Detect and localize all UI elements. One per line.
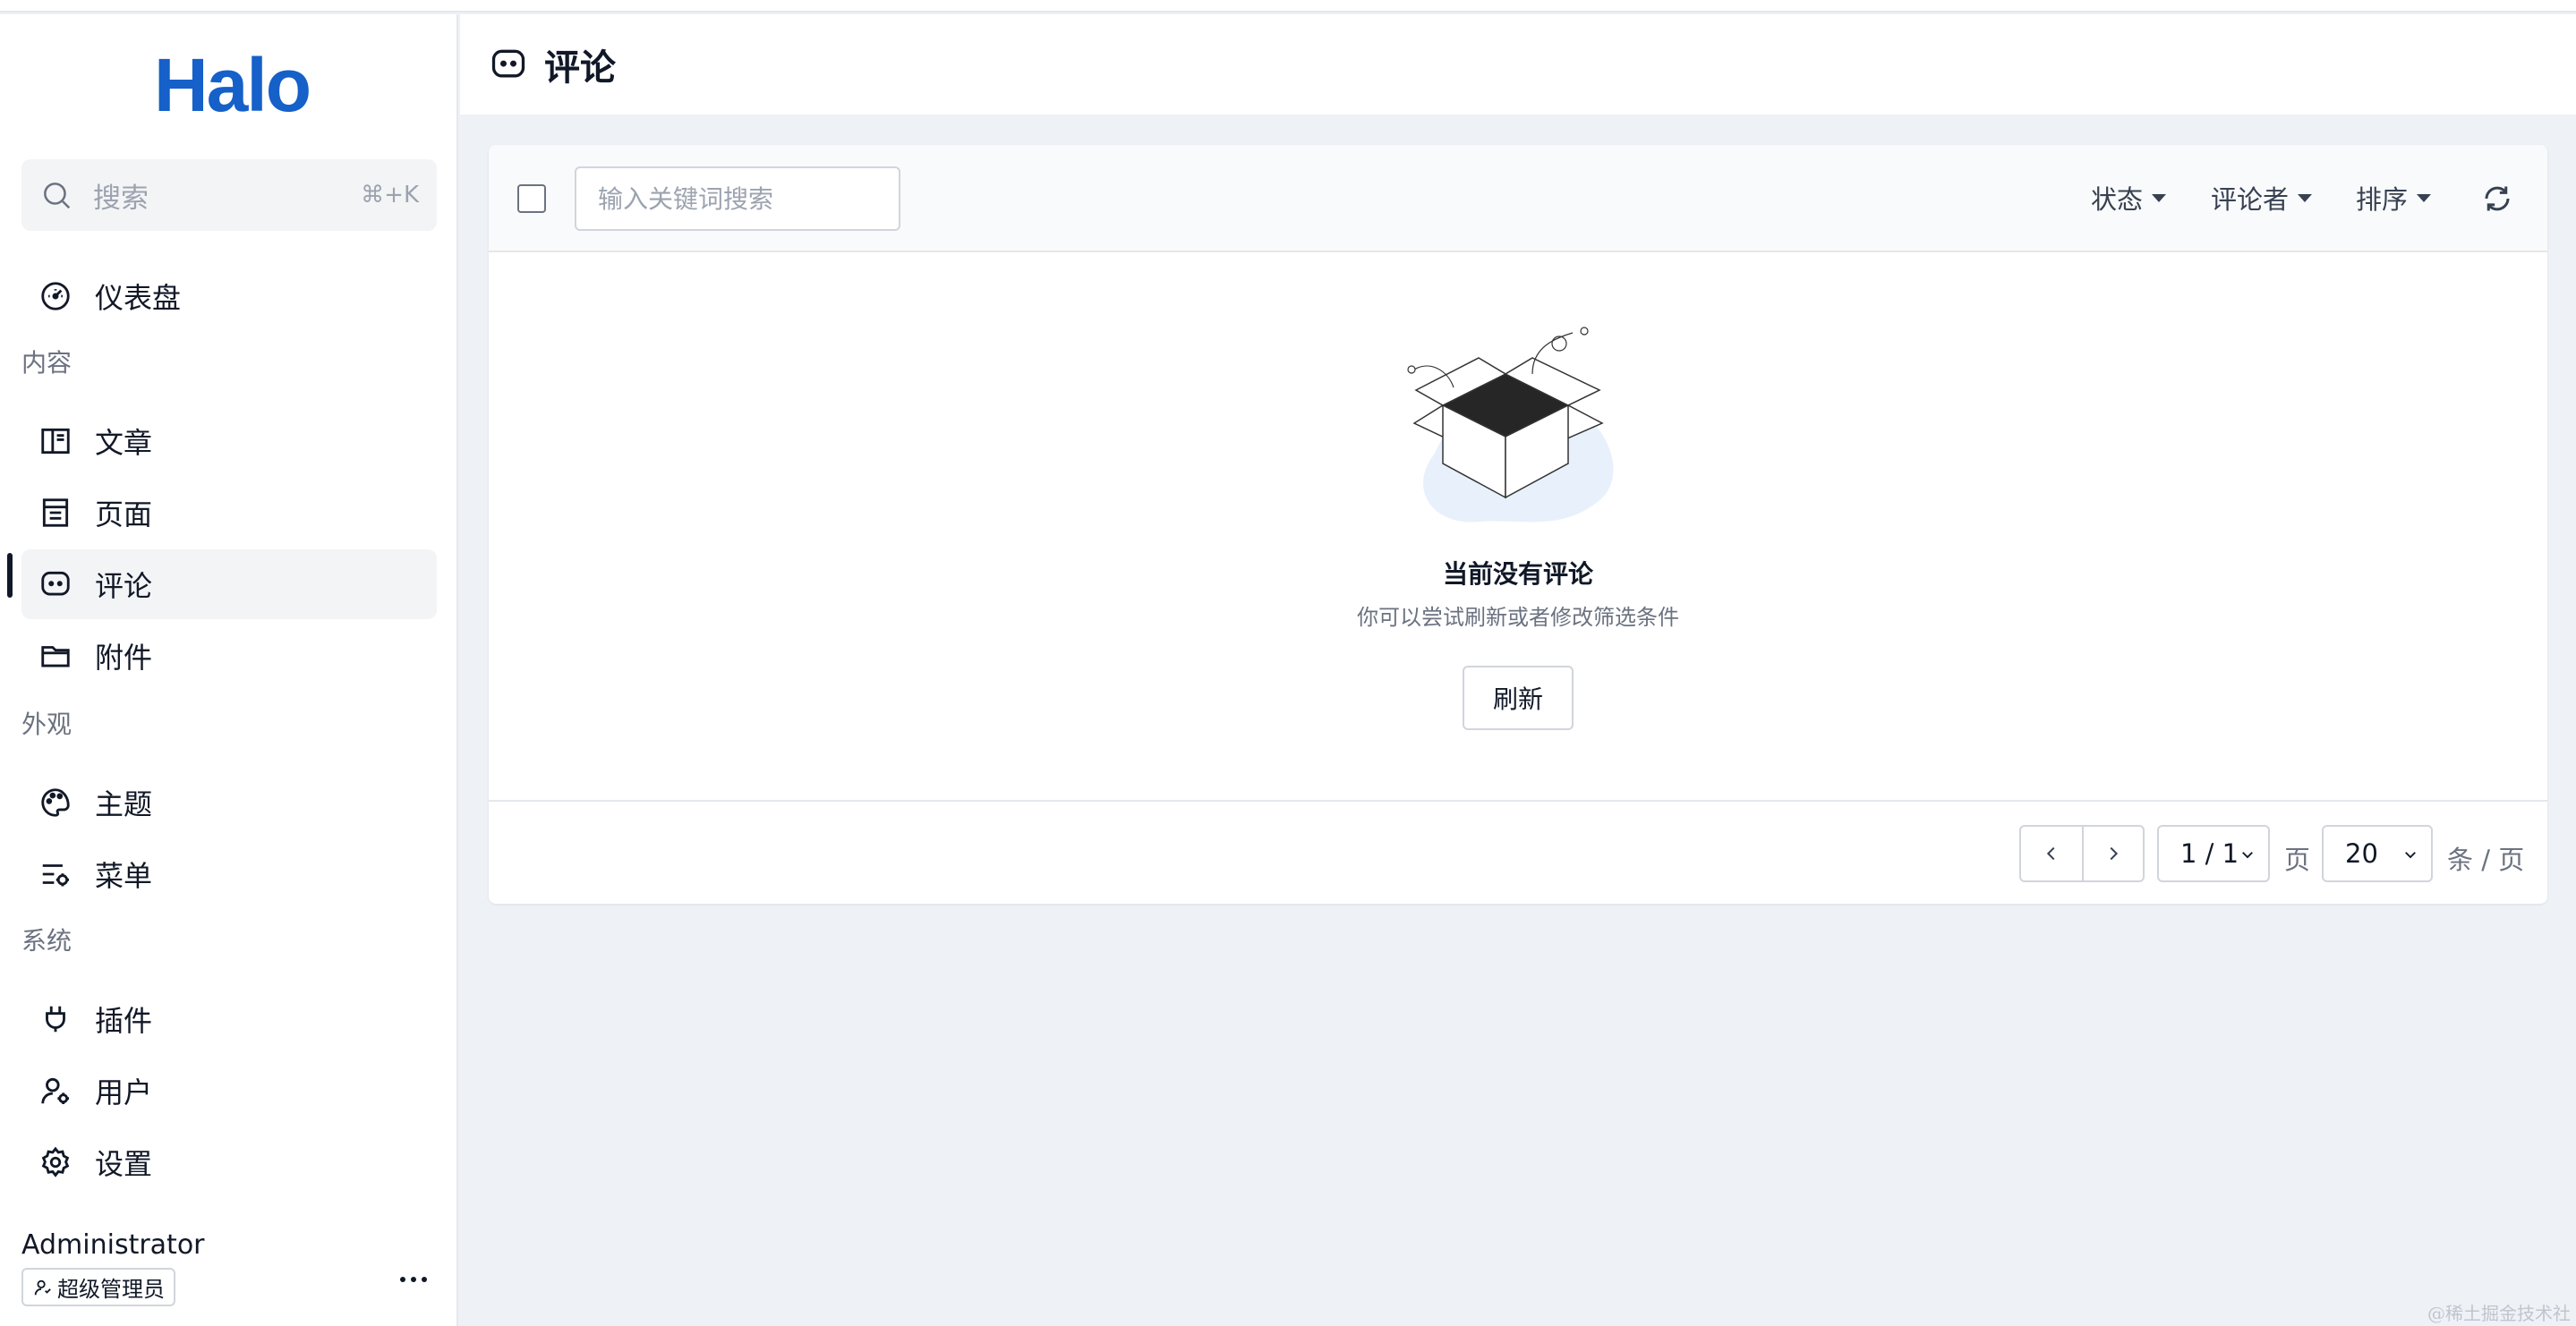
filter-label: 评论者 xyxy=(2211,184,2290,215)
page-size-unit: 条 / 页 xyxy=(2447,845,2525,875)
list-toolbar: 状态 评论者 排序 xyxy=(489,145,2547,252)
chevron-down-icon xyxy=(2242,852,2253,859)
page-title: 评论 xyxy=(544,47,616,89)
sidebar-item-attachments[interactable]: 附件 xyxy=(21,621,437,691)
chevron-right-icon xyxy=(2110,846,2119,861)
commenter-filter[interactable]: 评论者 xyxy=(2211,179,2313,217)
page-header: 评论 xyxy=(460,14,2576,115)
user-name: Administrator xyxy=(21,1229,205,1261)
sidebar-item-label: 页面 xyxy=(95,497,153,531)
filter-label: 排序 xyxy=(2356,184,2409,215)
sidebar-item-label: 设置 xyxy=(95,1147,153,1181)
search-shortcut: ⌘+K xyxy=(361,182,419,208)
page-nav xyxy=(2019,825,2145,882)
current-user: Administrator 超级管理员 xyxy=(21,1229,205,1306)
palette-icon xyxy=(38,785,73,820)
role-badge: 超级管理员 xyxy=(21,1268,175,1306)
chevron-down-icon xyxy=(2405,852,2416,859)
comment-icon xyxy=(491,49,525,78)
refresh-icon[interactable] xyxy=(2481,183,2513,215)
sidebar-item-dashboard[interactable]: 仪表盘 xyxy=(21,261,437,331)
page-size: 20 xyxy=(2345,838,2378,869)
caret-down-icon xyxy=(2417,193,2432,202)
comment-icon xyxy=(38,566,73,602)
sidebar-item-label: 用户 xyxy=(95,1075,153,1109)
chevron-left-icon xyxy=(2046,846,2055,861)
page-size-select[interactable]: 20 xyxy=(2322,825,2433,882)
empty-box-illustration xyxy=(1407,327,1614,523)
current-page: 1 / 1 xyxy=(2180,838,2239,869)
user-settings-icon xyxy=(38,1073,73,1109)
folder-icon xyxy=(38,638,73,674)
dashboard-gauge-icon xyxy=(38,278,73,314)
keyword-search-input[interactable] xyxy=(575,166,900,231)
sidebar-item-label: 菜单 xyxy=(95,859,153,893)
book-open-icon xyxy=(38,423,73,459)
sidebar-item-label: 插件 xyxy=(95,1004,153,1038)
logo-text: Halo xyxy=(154,42,311,127)
more-options-icon[interactable] xyxy=(396,1262,431,1297)
prev-page-button[interactable] xyxy=(2021,827,2082,880)
nav-group-appearance: 外观 xyxy=(21,710,73,739)
sidebar-item-settings[interactable]: 设置 xyxy=(21,1127,437,1197)
comments-card: 状态 评论者 排序 当前没有评论 你可以尝试刷新或者修改筛选条件 刷新 xyxy=(489,145,2547,904)
sort-filter[interactable]: 排序 xyxy=(2356,179,2432,217)
halo-logo[interactable]: Halo xyxy=(154,43,311,127)
global-search[interactable]: 搜索 ⌘+K xyxy=(21,159,437,231)
sidebar: Halo 搜索 ⌘+K 仪表盘 内容 文章 页面 评论 附件 外观 主题 菜单 … xyxy=(0,14,458,1326)
empty-state-subtitle: 你可以尝试刷新或者修改筛选条件 xyxy=(1357,605,1679,630)
user-icon xyxy=(34,1279,51,1295)
search-icon xyxy=(44,183,71,209)
sidebar-item-comments[interactable]: 评论 xyxy=(21,549,437,619)
plug-icon xyxy=(38,1001,73,1037)
sidebar-item-users[interactable]: 用户 xyxy=(21,1056,437,1126)
active-indicator xyxy=(7,553,13,598)
empty-state-title: 当前没有评论 xyxy=(1442,559,1593,589)
page-select[interactable]: 1 / 1 xyxy=(2157,825,2270,882)
caret-down-icon xyxy=(2298,193,2313,202)
sidebar-item-label: 评论 xyxy=(95,569,153,603)
page-unit: 页 xyxy=(2284,845,2311,875)
next-page-button[interactable] xyxy=(2081,827,2143,880)
page-layout-icon xyxy=(38,495,73,531)
sidebar-item-pages[interactable]: 页面 xyxy=(21,478,437,548)
sidebar-item-themes[interactable]: 主题 xyxy=(21,768,437,837)
sidebar-item-posts[interactable]: 文章 xyxy=(21,406,437,476)
watermark: @稀土掘金技术社区 xyxy=(2427,1303,2571,1324)
filter-label: 状态 xyxy=(2091,184,2144,215)
nav-group-system: 系统 xyxy=(21,926,73,956)
pagination-bar: 1 / 1 页 20 条 / 页 xyxy=(489,800,2547,904)
role-label: 超级管理员 xyxy=(57,1277,165,1302)
menu-settings-icon xyxy=(38,856,73,892)
select-all-checkbox[interactable] xyxy=(517,184,546,213)
gear-icon xyxy=(38,1144,73,1180)
sidebar-item-label: 主题 xyxy=(95,787,153,821)
sidebar-item-plugins[interactable]: 插件 xyxy=(21,984,437,1054)
nav-group-content: 内容 xyxy=(21,348,73,378)
sidebar-item-menus[interactable]: 菜单 xyxy=(21,839,437,909)
status-filter[interactable]: 状态 xyxy=(2091,179,2167,217)
search-placeholder: 搜索 xyxy=(93,182,149,215)
caret-down-icon xyxy=(2152,193,2167,202)
sidebar-item-label: 文章 xyxy=(95,426,153,460)
sidebar-item-label: 仪表盘 xyxy=(95,281,182,315)
refresh-button[interactable]: 刷新 xyxy=(1463,666,1574,730)
window-top-edge xyxy=(0,0,2576,13)
sidebar-item-label: 附件 xyxy=(95,641,153,675)
